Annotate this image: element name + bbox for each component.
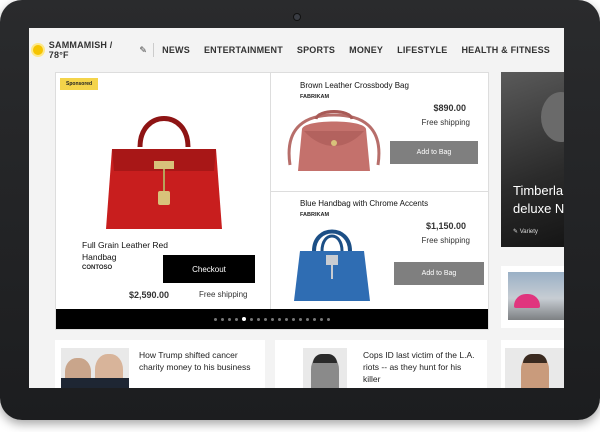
nav-health-fitness[interactable]: HEALTH & FITNESS	[461, 45, 550, 55]
carousel-dot[interactable]	[306, 317, 309, 321]
checkout-button[interactable]: Checkout	[163, 255, 255, 283]
news-headline[interactable]: Cops ID last victim of the L.A. riots --…	[363, 349, 481, 385]
nav-money[interactable]: MONEY	[349, 45, 383, 55]
capitol-umbrella-photo	[508, 272, 564, 320]
weather-location[interactable]: SAMMAMISH / 78°F	[49, 40, 134, 60]
feature-source: ✎ Variety	[513, 228, 538, 235]
carousel-dot[interactable]	[320, 317, 323, 321]
carousel-pagination	[56, 309, 488, 329]
carousel-dot[interactable]	[228, 317, 231, 321]
nav-news[interactable]: NEWS	[162, 45, 190, 55]
nav-entertainment[interactable]: ENTERTAINMENT	[204, 45, 283, 55]
featured-shipping: Free shipping	[199, 290, 248, 299]
product-shipping: Free shipping	[421, 118, 470, 127]
hair-shape	[313, 354, 337, 363]
carousel-dot[interactable]	[278, 317, 281, 321]
add-to-bag-button[interactable]: Add to Bag	[394, 262, 484, 285]
carousel-dot[interactable]	[214, 317, 217, 321]
carousel-dot[interactable]	[271, 317, 274, 321]
nav-sports[interactable]: SPORTS	[297, 45, 335, 55]
blue-bag-image[interactable]	[292, 221, 372, 303]
product-title[interactable]: Blue Handbag with Chrome Accents	[300, 199, 428, 208]
nav-lifestyle[interactable]: LIFESTYLE	[397, 45, 447, 55]
product-price: $1,150.00	[425, 221, 466, 231]
brown-bag-image[interactable]	[282, 105, 386, 177]
feature-title[interactable]: Timberla deluxe N	[513, 182, 564, 218]
news-thumbnail	[303, 348, 347, 388]
product-card-blue-handbag[interactable]: Blue Handbag with Chrome Accents FABRIKA…	[270, 191, 488, 309]
product-title[interactable]: Brown Leather Crossbody Bag	[300, 81, 409, 90]
news-card-la-riots[interactable]: Cops ID last victim of the L.A. riots --…	[275, 340, 487, 388]
carousel-dot[interactable]	[250, 317, 253, 321]
carousel-dot[interactable]	[313, 317, 316, 321]
product-brand: FABRIKAM	[300, 212, 330, 218]
featured-brand: CONTOSO	[82, 265, 113, 271]
featured-title[interactable]: Full Grain Leather Red Handbag	[82, 239, 172, 263]
suits-shape	[61, 378, 129, 388]
umbrella-shape	[514, 294, 540, 308]
feature-photo	[541, 92, 564, 142]
source-icon: ✎	[513, 229, 519, 235]
news-headline[interactable]: How Trump shifted cancer charity money t…	[139, 349, 263, 373]
top-nav: SAMMAMISH / 78°F ✎ NEWS ENTERTAINMENT SP…	[29, 28, 564, 72]
news-card-partial[interactable]	[501, 340, 564, 388]
featured-product[interactable]: Sponsored Full Grain Leather Red Handbag…	[56, 73, 271, 309]
hair-shape	[523, 354, 547, 363]
news-thumbnail	[61, 348, 129, 388]
edit-pencil-icon[interactable]: ✎	[139, 45, 147, 56]
sponsored-badge: Sponsored	[60, 78, 99, 90]
carousel-dot[interactable]	[292, 317, 295, 321]
carousel-dot[interactable]	[264, 317, 267, 321]
feature-story-card[interactable]: Timberla deluxe N ✎ Variety	[501, 72, 564, 247]
carousel-dot[interactable]	[299, 317, 302, 321]
news-thumbnail	[505, 348, 564, 388]
feature-source-label: Variety	[519, 229, 538, 235]
tablet-frame: SAMMAMISH / 78°F ✎ NEWS ENTERTAINMENT SP…	[0, 0, 600, 420]
carousel-dot[interactable]	[257, 317, 260, 321]
product-card-brown-crossbody[interactable]: Brown Leather Crossbody Bag FABRIKAM $89…	[270, 73, 488, 192]
carousel-dot[interactable]	[285, 317, 288, 321]
carousel-dot[interactable]	[235, 317, 238, 321]
carousel-dot[interactable]	[242, 317, 246, 321]
product-brand: FABRIKAM	[300, 94, 330, 100]
featured-price: $2,590.00	[129, 290, 170, 300]
camera-icon	[294, 14, 300, 20]
product-shipping: Free shipping	[421, 236, 470, 245]
news-card-trump[interactable]: How Trump shifted cancer charity money t…	[55, 340, 265, 388]
browser-screen: SAMMAMISH / 78°F ✎ NEWS ENTERTAINMENT SP…	[29, 28, 564, 388]
add-to-bag-button[interactable]: Add to Bag	[390, 141, 478, 164]
sponsored-ad-card: Sponsored Full Grain Leather Red Handbag…	[55, 72, 489, 330]
side-story-card[interactable]	[501, 266, 564, 328]
carousel-dot[interactable]	[221, 317, 224, 321]
red-handbag-image[interactable]	[102, 101, 226, 235]
product-price: $890.00	[433, 103, 466, 113]
sun-weather-icon	[33, 45, 43, 55]
nav-divider	[153, 43, 155, 57]
carousel-dot[interactable]	[327, 317, 330, 321]
